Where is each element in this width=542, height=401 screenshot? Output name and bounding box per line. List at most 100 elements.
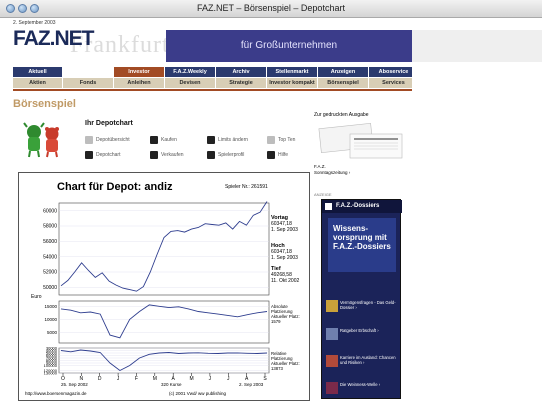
window-titlebar: FAZ.NET – Börsenspiel – Depotchart bbox=[0, 0, 542, 18]
relative-placement-label: Relative Platzierung bbox=[271, 351, 293, 361]
stat-tief-date: 11. Okt 2002 bbox=[271, 278, 300, 284]
stat-hoch-date: 1. Sep 2003 bbox=[271, 255, 298, 261]
bull-bear-icon bbox=[23, 122, 59, 158]
nav-divider bbox=[13, 89, 419, 91]
coins-icon bbox=[326, 300, 338, 312]
depot-title: Ihr Depotchart bbox=[85, 120, 133, 127]
dossier-hero[interactable]: Wissens- vorsprung mit F.A.Z.-Dossiers bbox=[328, 218, 396, 272]
subnav-anleihen[interactable]: Anleihen bbox=[114, 78, 165, 88]
nav-aktuell[interactable]: Aktuell bbox=[13, 67, 63, 77]
stat-vortag-date: 1. Sep 2003 bbox=[271, 227, 298, 233]
upper-y-tick-label: 54000 bbox=[43, 254, 57, 260]
right-column: Zur gedruckten Ausgabe F.A.Z. Sonntagsze… bbox=[314, 112, 408, 401]
nav-spacer bbox=[63, 67, 114, 77]
action-limits-aendern[interactable]: Limits ändern bbox=[207, 136, 248, 144]
nav-anzeigen[interactable]: Anzeigen bbox=[318, 67, 369, 77]
relative-current-value: 13873 bbox=[271, 366, 283, 371]
subnav-strategie[interactable]: Strategie bbox=[216, 78, 267, 88]
masthead-date: 2. September 2003 bbox=[13, 20, 56, 26]
hero-line1: Wissens- bbox=[333, 224, 369, 233]
dossier-header: F.A.Z.-Dossiers bbox=[322, 200, 402, 213]
x-center-label: 320 Kurse bbox=[161, 382, 182, 387]
nav-investor[interactable]: Investor bbox=[114, 67, 165, 77]
career-icon bbox=[326, 355, 338, 367]
x-end-label: 2. Sep 2003 bbox=[239, 382, 264, 387]
newspaper-image[interactable] bbox=[316, 122, 406, 160]
hero-line3: F.A.Z.-Dossiers bbox=[333, 242, 391, 251]
subnav-investor-kompakt[interactable]: Investor kompakt bbox=[267, 78, 318, 88]
subnav-devisen[interactable]: Devisen bbox=[165, 78, 216, 88]
upper-y-tick-label: 58000 bbox=[43, 224, 57, 230]
dossier-item-vermoegen[interactable]: Vermögensfragen - Das Geld-Dossier › bbox=[326, 300, 398, 318]
dossier-item-karriere[interactable]: Karriere im Ausland: Chancen und Risiken… bbox=[326, 355, 398, 373]
faz-note-line2: Sonntagszeitung › bbox=[314, 170, 351, 175]
relative-placement-block: Relative Platzierung Aktueller Platz: 13… bbox=[271, 351, 307, 371]
upper-y-tick-label: 60000 bbox=[43, 208, 57, 214]
masthead-right-area bbox=[412, 30, 542, 62]
middle-y-tick-label: 5000 bbox=[47, 330, 58, 335]
depot-chart: 50000 52000 54000 56000 58000 60000 5000 10000 1… bbox=[31, 201, 270, 382]
nav-stellenmarkt[interactable]: Stellenmarkt bbox=[267, 67, 318, 77]
absolute-current-value: 1579 bbox=[271, 319, 281, 324]
absolute-placement-label: Absolute Platzierung bbox=[271, 304, 293, 314]
ratgeber-icon bbox=[326, 328, 338, 340]
top-ten-icon bbox=[267, 136, 275, 144]
footer-url[interactable]: http://www.boersenmagazin.de bbox=[25, 391, 87, 396]
action-hilfe[interactable]: Hilfe bbox=[267, 151, 288, 159]
x-tick-label: M bbox=[153, 376, 157, 382]
stat-vortag: Vortag 60347,18 1. Sep 2003 bbox=[271, 215, 298, 233]
profile-icon bbox=[207, 151, 215, 159]
help-icon bbox=[267, 151, 275, 159]
nav-faz-weekly[interactable]: F.A.Z.Weekly bbox=[165, 67, 216, 77]
dossier-item-erbschaft[interactable]: Ratgeber Erbschaft › bbox=[326, 328, 398, 346]
stat-hoch: Hoch 60347,18 1. Sep 2003 bbox=[271, 243, 298, 261]
x-tick-label: D bbox=[98, 376, 102, 382]
window-title: FAZ.NET – Börsenspiel – Depotchart bbox=[197, 3, 345, 13]
middle-y-tick-label: 15000 bbox=[44, 304, 57, 309]
buy-icon bbox=[150, 136, 158, 144]
limit-icon bbox=[207, 136, 215, 144]
faz-sonntagszeitung-link[interactable]: F.A.Z. Sonntagszeitung › bbox=[314, 164, 350, 176]
faz-net-logo[interactable]: FAZ.NET bbox=[13, 27, 94, 51]
dossier-header-title: F.A.Z.-Dossiers bbox=[336, 203, 380, 209]
subnav-boersenspiel[interactable]: Börsenspiel bbox=[318, 78, 369, 88]
browser-window: FAZ.NET – Börsenspiel – Depotchart 2. Se… bbox=[0, 0, 542, 401]
action-spielerprofil[interactable]: Spielerprofil bbox=[207, 151, 244, 159]
ad-label: ANZEIGE bbox=[314, 192, 332, 197]
dossier-logo-icon bbox=[325, 203, 332, 210]
wine-icon bbox=[326, 382, 338, 394]
middle-y-tick-label: 10000 bbox=[44, 317, 57, 322]
faz-note-line1: F.A.Z. bbox=[314, 164, 326, 169]
action-top-ten[interactable]: Top Ten bbox=[267, 136, 295, 144]
ad-banner[interactable]: für Großunternehmen bbox=[166, 30, 412, 62]
sell-icon bbox=[150, 151, 158, 159]
depot-chart-panel: Chart für Depot: andiz Spieler Nr.: 2615… bbox=[18, 172, 310, 401]
sub-nav: Aktien Fonds Anleihen Devisen Strategie … bbox=[13, 78, 419, 88]
dossier-item-wein[interactable]: Die Weinness-Welle › bbox=[326, 382, 398, 400]
subnav-fonds[interactable]: Fonds bbox=[63, 78, 114, 88]
hero-line2: vorsprung mit bbox=[333, 233, 387, 242]
action-depotuebersicht[interactable]: Depotübersicht bbox=[85, 136, 130, 144]
upper-panel-frame bbox=[58, 202, 270, 296]
y-axis-label: Euro bbox=[31, 294, 42, 300]
chart-icon bbox=[85, 151, 93, 159]
right-margin bbox=[412, 64, 542, 401]
action-depotchart[interactable]: Depotchart bbox=[85, 151, 120, 159]
x-tick-label: J bbox=[209, 376, 212, 382]
section-title: Börsenspiel bbox=[13, 98, 76, 110]
faz-dossier-ad[interactable]: F.A.Z.-Dossiers Wissens- vorsprung mit F… bbox=[321, 199, 402, 400]
web-page: 2. September 2003 Frankfurter Allg FAZ.N… bbox=[0, 18, 542, 401]
upper-y-tick-label: 56000 bbox=[43, 239, 57, 245]
print-edition-label[interactable]: Zur gedruckten Ausgabe bbox=[314, 112, 368, 118]
subnav-aktien[interactable]: Aktien bbox=[13, 78, 63, 88]
stat-tief: Tief 49268,58 11. Okt 2002 bbox=[271, 266, 299, 284]
action-kaufen[interactable]: Kaufen bbox=[150, 136, 177, 144]
upper-y-tick-label: 50000 bbox=[43, 285, 57, 291]
x-tick-label: J bbox=[117, 376, 120, 382]
x-start-label: 25. Sep 2002 bbox=[61, 382, 88, 387]
x-tick-label: F bbox=[135, 376, 138, 382]
nav-archiv[interactable]: Archiv bbox=[216, 67, 267, 77]
upper-y-tick-label: 52000 bbox=[43, 270, 57, 276]
action-verkaufen[interactable]: Verkaufen bbox=[150, 151, 184, 159]
lower-y-tick-label: 130000 bbox=[44, 371, 58, 376]
